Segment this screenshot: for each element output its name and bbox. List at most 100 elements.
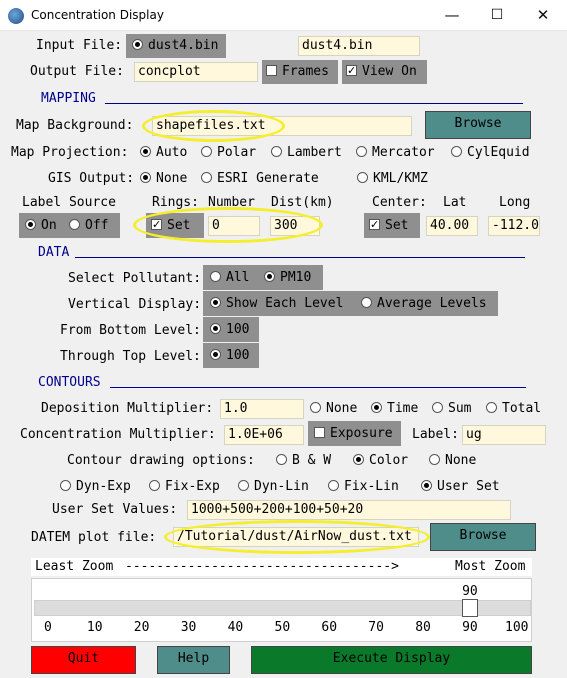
quit-button[interactable]: Quit <box>31 646 136 674</box>
projection-option-lambert[interactable]: Lambert <box>271 144 342 162</box>
type-option-user-set[interactable]: User Set <box>421 478 500 496</box>
deposition-total-radio[interactable] <box>486 402 497 413</box>
drawing-option-none[interactable]: None <box>429 452 476 470</box>
deposition-option-sum[interactable]: Sum <box>432 400 471 418</box>
center-lat-field[interactable]: 40.00 <box>426 216 478 236</box>
label-source-off[interactable]: Off <box>69 217 108 235</box>
deposition-option-total[interactable]: Total <box>486 400 541 418</box>
minimize-button[interactable]: — <box>429 0 475 31</box>
exposure-checkbox[interactable]: Exposure <box>314 425 393 443</box>
pollutant-pm10-radio[interactable] <box>264 271 275 282</box>
view-on-check[interactable] <box>346 62 357 80</box>
deposition-multiplier-label: Deposition Multiplier: <box>41 401 214 416</box>
zoom-tick-40: 40 <box>227 620 244 635</box>
execute-display-button[interactable]: Execute Display <box>251 646 532 674</box>
concentration-multiplier-field[interactable]: 1.0E+06 <box>224 425 304 445</box>
maximize-button[interactable]: ☐ <box>474 0 520 31</box>
center-long-field[interactable]: -112.0 <box>488 216 540 236</box>
vertical-show-each-radio[interactable] <box>210 297 221 308</box>
projection-cylequid-radio[interactable] <box>451 146 462 157</box>
vertical-average[interactable]: Average Levels <box>361 295 487 313</box>
frames-check[interactable] <box>266 65 277 76</box>
drawing-option-color[interactable]: Color <box>353 452 408 470</box>
datem-browse-button[interactable]: Browse <box>430 523 536 551</box>
through-top-level-label: Through Top Level: <box>60 349 201 364</box>
center-set-check[interactable] <box>369 216 380 234</box>
gis-none-radio[interactable] <box>140 172 151 183</box>
type-option-dyn-exp[interactable]: Dyn-Exp <box>60 478 131 496</box>
deposition-none-radio[interactable] <box>310 402 321 413</box>
drawing-none-radio[interactable] <box>429 454 440 465</box>
type-option-fix-exp[interactable]: Fix-Exp <box>149 478 220 496</box>
type-fix-exp-radio[interactable] <box>149 480 160 491</box>
projection-lambert-radio[interactable] <box>271 146 282 157</box>
input-file-radio[interactable] <box>132 39 143 50</box>
zoom-tick-80: 80 <box>415 620 431 635</box>
drawing-option-bw[interactable]: B & W <box>276 452 331 470</box>
zoom-slider-track[interactable] <box>34 600 531 616</box>
input-file-field[interactable]: dust4.bin <box>298 36 420 56</box>
label-source-on-radio[interactable] <box>25 219 36 230</box>
center-header: Center: <box>372 195 427 210</box>
drawing-bw-radio[interactable] <box>276 454 287 465</box>
projection-mercator-radio[interactable] <box>356 146 367 157</box>
label-source-off-radio[interactable] <box>69 219 80 230</box>
exposure-check[interactable] <box>314 427 325 438</box>
gis-option-kml[interactable]: KML/KMZ <box>357 170 428 188</box>
units-field[interactable]: ug <box>462 425 546 445</box>
projection-polar-radio[interactable] <box>201 146 212 157</box>
center-set-checkbox[interactable]: Set <box>369 216 408 235</box>
input-file-label: Input File: <box>36 38 123 53</box>
deposition-time-radio[interactable] <box>371 402 382 413</box>
concentration-multiplier-label: Concentration Multiplier: <box>20 427 216 442</box>
pollutant-pm10[interactable]: PM10 <box>264 269 311 287</box>
map-projection-label: Map Projection: <box>11 145 129 160</box>
projection-auto-radio[interactable] <box>140 146 151 157</box>
label-source-panel: On Off <box>19 213 120 238</box>
view-on-checkbox[interactable]: View On <box>346 62 417 81</box>
zoom-tick-20: 20 <box>133 620 150 635</box>
gis-option-none[interactable]: None <box>140 170 187 188</box>
deposition-option-none[interactable]: None <box>310 400 357 418</box>
zoom-slider-panel: 90 0 10 20 30 40 50 60 70 80 90 100 <box>31 578 532 642</box>
help-button[interactable]: Help <box>157 646 230 674</box>
app-globe-icon <box>8 8 24 24</box>
vertical-average-radio[interactable] <box>361 297 372 308</box>
top-level-option[interactable]: 100 <box>210 347 249 365</box>
exposure-panel: Exposure <box>308 421 401 446</box>
map-background-browse-button[interactable]: Browse <box>425 111 531 139</box>
type-fix-lin-radio[interactable] <box>328 480 339 491</box>
top-level-radio[interactable] <box>210 349 221 360</box>
type-option-fix-lin[interactable]: Fix-Lin <box>328 478 399 496</box>
zoom-tick-30: 30 <box>180 620 197 635</box>
deposition-sum-radio[interactable] <box>432 402 443 413</box>
pollutant-all[interactable]: All <box>210 269 249 287</box>
type-dyn-exp-radio[interactable] <box>60 480 71 491</box>
gis-kml-radio[interactable] <box>357 172 368 183</box>
bottom-level-radio[interactable] <box>210 323 221 334</box>
projection-option-mercator[interactable]: Mercator <box>356 144 435 162</box>
zoom-header: Least Zoom -----------------------------… <box>31 558 532 576</box>
input-file-option[interactable]: dust4.bin <box>132 37 218 55</box>
label-source-on[interactable]: On <box>25 217 57 235</box>
gis-esri-radio[interactable] <box>201 172 212 183</box>
zoom-tick-10: 10 <box>86 620 103 635</box>
deposition-multiplier-field[interactable]: 1.0 <box>220 399 304 419</box>
gis-option-esri[interactable]: ESRI Generate <box>201 170 319 188</box>
frames-checkbox[interactable]: Frames <box>266 63 329 81</box>
close-button[interactable]: ✕ <box>520 0 566 31</box>
projection-option-auto[interactable]: Auto <box>140 144 187 162</box>
output-file-field[interactable]: concplot <box>134 62 258 82</box>
user-set-values-field[interactable]: 1000+500+200+100+50+20 <box>187 500 511 520</box>
pollutant-all-radio[interactable] <box>210 271 221 282</box>
type-dyn-lin-radio[interactable] <box>238 480 249 491</box>
projection-option-polar[interactable]: Polar <box>201 144 256 162</box>
zoom-slider-thumb[interactable] <box>462 599 479 617</box>
deposition-option-time[interactable]: Time <box>371 400 418 418</box>
projection-option-cylequid[interactable]: CylEquid <box>451 144 530 162</box>
vertical-show-each[interactable]: Show Each Level <box>210 295 343 313</box>
type-user-set-radio[interactable] <box>421 480 432 491</box>
drawing-color-radio[interactable] <box>353 454 364 465</box>
bottom-level-option[interactable]: 100 <box>210 321 249 339</box>
type-option-dyn-lin[interactable]: Dyn-Lin <box>238 478 309 496</box>
